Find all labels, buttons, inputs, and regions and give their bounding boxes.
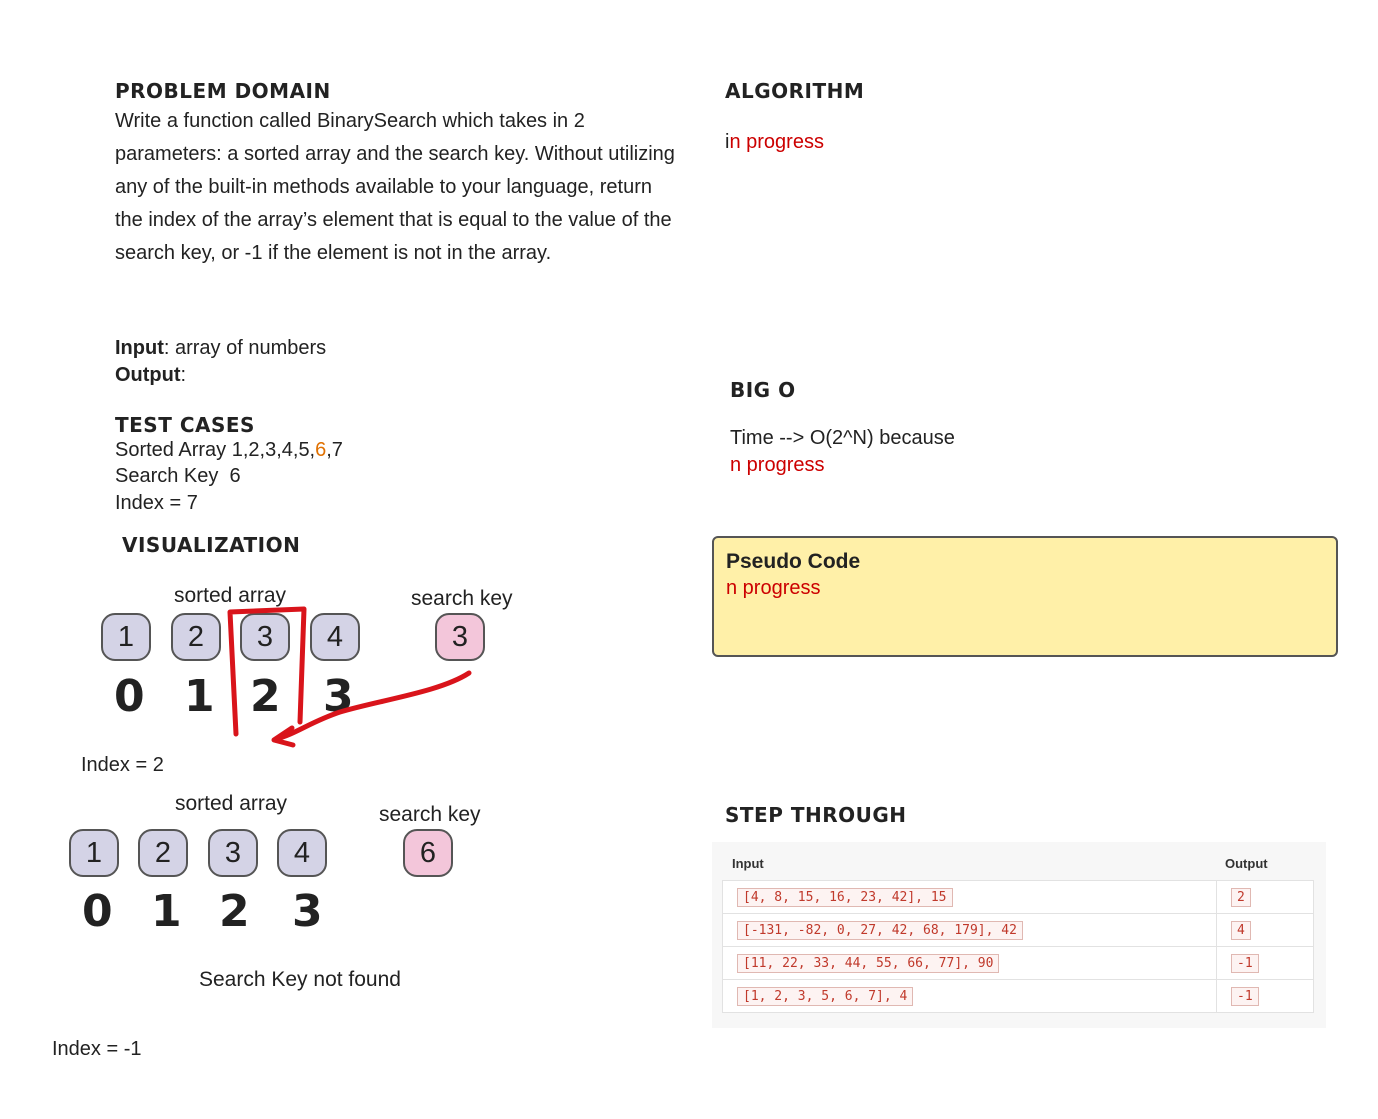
input-cell: [11, 22, 33, 44, 55, 66, 77], 90 — [722, 946, 1217, 980]
input-code: [1, 2, 3, 5, 6, 7], 4 — [737, 986, 914, 1006]
example2-index-1: 1 — [151, 886, 182, 937]
example2-key-node: 6 — [403, 829, 453, 877]
pseudo-code-body: n progress — [726, 577, 821, 599]
pseudo-code-title: Pseudo Code — [726, 550, 861, 573]
example2-index-0: 0 — [82, 886, 113, 937]
output-code: 2 — [1231, 887, 1251, 907]
output-code: -1 — [1231, 986, 1259, 1006]
input-code: [11, 22, 33, 44, 55, 66, 77], 90 — [737, 953, 1000, 973]
input-cell: [1, 2, 3, 5, 6, 7], 4 — [722, 979, 1217, 1013]
algorithm-heading: ALGORITHM — [725, 79, 865, 103]
example2-node-2: 3 — [208, 829, 258, 877]
example2-result: Index = -1 — [52, 1038, 142, 1060]
input-code: [-131, -82, 0, 27, 42, 68, 179], 42 — [737, 920, 1023, 940]
step-through-table: Input Output [4, 8, 15, 16, 23, 42], 15 … — [712, 842, 1326, 1028]
table-row: [4, 8, 15, 16, 23, 42], 15 2 — [722, 880, 1314, 914]
example2-index-3: 3 — [292, 886, 323, 937]
column-header-input: Input — [732, 856, 764, 871]
example2-key-label: search key — [379, 803, 481, 826]
highlight-bracket — [227, 606, 307, 737]
input-cell: [-131, -82, 0, 27, 42, 68, 179], 42 — [722, 913, 1217, 947]
example2-node-1: 2 — [138, 829, 188, 877]
input-code: [4, 8, 15, 16, 23, 42], 15 — [737, 887, 953, 907]
output-code: 4 — [1231, 920, 1251, 940]
table-row: [1, 2, 3, 5, 6, 7], 4 -1 — [722, 979, 1314, 1013]
step-through-heading: STEP THROUGH — [725, 803, 907, 827]
table-row: [-131, -82, 0, 27, 42, 68, 179], 42 4 — [722, 913, 1314, 947]
arrow-shaft — [273, 670, 472, 742]
example2-node-0: 1 — [69, 829, 119, 877]
output-cell: -1 — [1216, 946, 1314, 980]
table-row: [11, 22, 33, 44, 55, 66, 77], 90 -1 — [722, 946, 1314, 980]
output-cell: 2 — [1216, 880, 1314, 914]
example2-node-3: 4 — [277, 829, 327, 877]
big-o-status: n progress — [730, 454, 825, 476]
column-header-output: Output — [1225, 856, 1268, 871]
not-found-message: Search Key not found — [199, 968, 401, 991]
step-through-grid: [4, 8, 15, 16, 23, 42], 15 2 [-131, -82,… — [722, 880, 1314, 1013]
example1-result: Index = 2 — [81, 754, 164, 776]
input-cell: [4, 8, 15, 16, 23, 42], 15 — [722, 880, 1217, 914]
pseudo-code-box: Pseudo Code n progress — [712, 536, 1338, 657]
example2-array-label: sorted array — [175, 792, 288, 815]
algorithm-rest: n progress — [729, 131, 824, 153]
output-code: -1 — [1231, 953, 1259, 973]
algorithm-status: in progress — [725, 129, 824, 156]
output-cell: 4 — [1216, 913, 1314, 947]
big-o-time: Time --> O(2^N) because — [730, 427, 955, 449]
big-o-heading: BIG O — [730, 378, 796, 402]
example2-index-2: 2 — [219, 886, 250, 937]
output-cell: -1 — [1216, 979, 1314, 1013]
